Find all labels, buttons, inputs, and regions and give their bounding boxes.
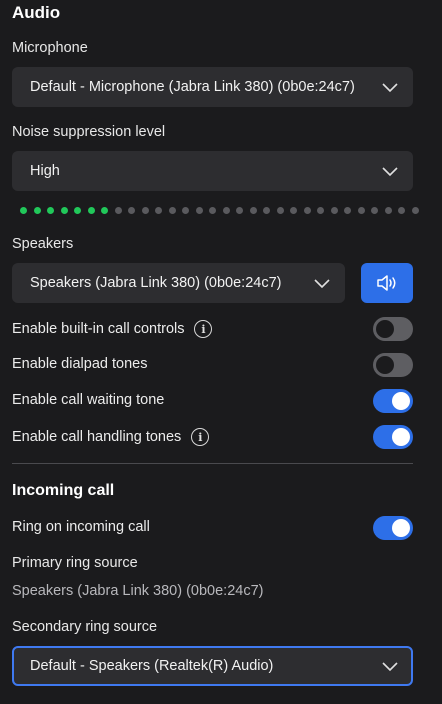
level-dot-active xyxy=(47,207,54,214)
level-dot-inactive xyxy=(209,207,216,214)
audio-heading: Audio xyxy=(12,3,61,22)
level-dot-inactive xyxy=(290,207,297,214)
microphone-level-meter xyxy=(20,207,425,214)
chevron-down-icon xyxy=(314,279,330,289)
level-dot-inactive xyxy=(357,207,365,214)
test-speakers-button[interactable] xyxy=(361,263,413,303)
built-in-call-controls-row: Enable built-in call controls i xyxy=(12,320,213,338)
ring-on-incoming-label: Ring on incoming call xyxy=(12,519,150,535)
ring-on-incoming-toggle[interactable] xyxy=(373,516,413,540)
built-in-call-controls-label: Enable built-in call controls xyxy=(12,321,185,337)
noise-suppression-label: Noise suppression level xyxy=(12,124,166,140)
microphone-select[interactable]: Default - Microphone (Jabra Link 380) (0… xyxy=(12,67,413,107)
call-waiting-tone-row: Enable call waiting tone xyxy=(12,392,164,408)
level-dot-inactive xyxy=(276,207,284,214)
level-dot-inactive xyxy=(263,207,270,214)
speaker-icon xyxy=(377,275,396,291)
call-waiting-tone-toggle[interactable] xyxy=(373,389,413,413)
level-dot-inactive xyxy=(168,207,176,214)
secondary-ring-source-select[interactable]: Default - Speakers (Realtek(R) Audio) xyxy=(12,646,413,686)
level-dot-inactive xyxy=(344,207,351,214)
level-dot-inactive xyxy=(222,207,230,214)
microphone-select-value: Default - Microphone (Jabra Link 380) (0… xyxy=(30,79,355,95)
primary-ring-source-label: Primary ring source xyxy=(12,555,138,571)
primary-ring-source-value: Speakers (Jabra Link 380) (0b0e:24c7) xyxy=(12,583,264,599)
info-icon[interactable]: i xyxy=(194,320,213,338)
noise-suppression-select[interactable]: High xyxy=(12,151,413,191)
incoming-call-heading: Incoming call xyxy=(12,482,115,499)
speakers-select-value: Speakers (Jabra Link 380) (0b0e:24c7) xyxy=(30,275,282,291)
level-dot-inactive xyxy=(155,207,162,214)
chevron-down-icon xyxy=(382,662,398,672)
speakers-select[interactable]: Speakers (Jabra Link 380) (0b0e:24c7) xyxy=(12,263,345,303)
noise-suppression-value: High xyxy=(30,163,60,179)
level-dot-inactive xyxy=(384,207,392,214)
chevron-down-icon xyxy=(382,167,398,177)
level-dot-active xyxy=(20,207,27,214)
level-dot-active xyxy=(87,207,95,214)
level-dot-active xyxy=(74,207,81,214)
info-icon[interactable]: i xyxy=(191,428,210,446)
level-dot-inactive xyxy=(141,207,149,214)
dialpad-tones-row: Enable dialpad tones xyxy=(12,356,147,372)
dialpad-tones-label: Enable dialpad tones xyxy=(12,356,148,372)
level-dot-inactive xyxy=(411,207,419,214)
level-dot-inactive xyxy=(195,207,203,214)
call-handling-tones-row: Enable call handling tones i xyxy=(12,428,210,446)
level-dot-active xyxy=(60,207,68,214)
section-divider xyxy=(12,463,413,464)
call-handling-tones-label: Enable call handling tones xyxy=(12,429,182,445)
secondary-ring-source-label: Secondary ring source xyxy=(12,619,158,635)
level-dot-active xyxy=(101,207,108,214)
level-dot-inactive xyxy=(182,207,189,214)
level-dot-inactive xyxy=(236,207,243,214)
level-dot-inactive xyxy=(249,207,257,214)
level-dot-inactive xyxy=(371,207,378,214)
speakers-label: Speakers xyxy=(12,236,74,252)
level-dot-inactive xyxy=(128,207,135,214)
call-handling-tones-toggle[interactable] xyxy=(373,425,413,449)
chevron-down-icon xyxy=(382,83,398,93)
ring-on-incoming-row: Ring on incoming call xyxy=(12,519,150,535)
call-waiting-tone-label: Enable call waiting tone xyxy=(12,392,165,408)
level-dot-inactive xyxy=(330,207,338,214)
level-dot-inactive xyxy=(317,207,324,214)
secondary-ring-source-value: Default - Speakers (Realtek(R) Audio) xyxy=(30,658,274,674)
level-dot-inactive xyxy=(398,207,405,214)
level-dot-active xyxy=(33,207,41,214)
microphone-label: Microphone xyxy=(12,40,88,56)
level-dot-inactive xyxy=(303,207,311,214)
level-dot-inactive xyxy=(114,207,122,214)
dialpad-tones-toggle[interactable] xyxy=(373,353,413,377)
built-in-call-controls-toggle[interactable] xyxy=(373,317,413,341)
